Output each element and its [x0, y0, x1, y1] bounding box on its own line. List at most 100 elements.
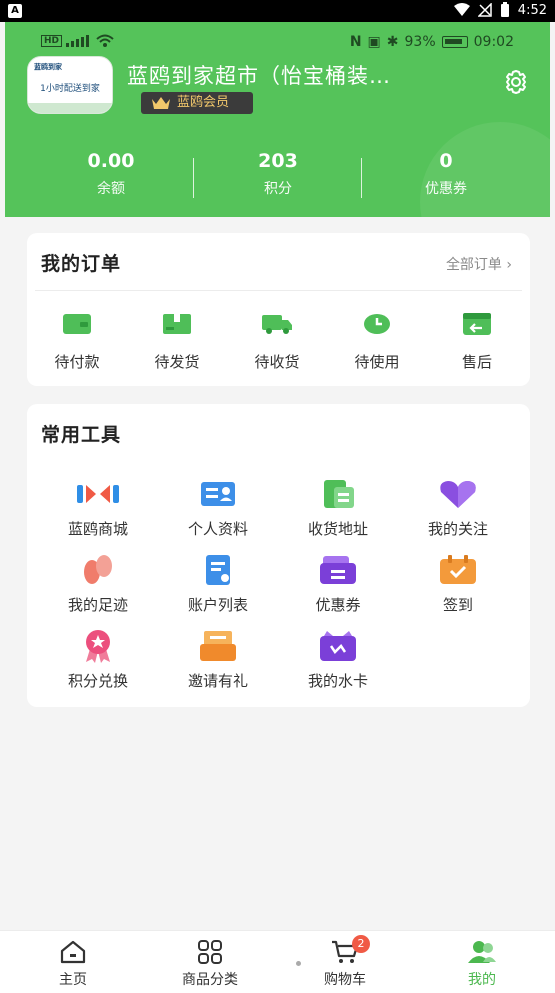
nfc-icon: N — [349, 34, 362, 50]
nav-me[interactable]: 我的 — [427, 939, 537, 989]
coupon-icon — [320, 556, 356, 584]
document-icon — [206, 555, 230, 585]
nav-categories[interactable]: 商品分类 — [155, 939, 265, 989]
home-icon — [60, 940, 86, 964]
order-pending-use[interactable]: 待使用 — [327, 311, 427, 372]
nav-home[interactable]: 主页 — [18, 939, 128, 989]
tool-label: 收货地址 — [307, 520, 368, 538]
phone-status-bar: HD N ▣ ✱ 93% 09:02 — [5, 34, 550, 54]
balance-value: 0.00 — [87, 150, 135, 172]
points-label: 积分 — [264, 181, 292, 197]
stat-balance[interactable]: 0.00 余额 — [21, 150, 201, 198]
grid-icon — [198, 940, 222, 964]
vip-label: 蓝鸥会员 — [177, 95, 230, 110]
nav-label: 商品分类 — [182, 972, 238, 988]
checkin-icon — [440, 555, 476, 584]
app-notification-icon: A — [8, 4, 22, 18]
balance-label: 余额 — [97, 181, 125, 197]
order-after-sales[interactable]: 售后 — [427, 311, 527, 372]
order-item-label: 待发货 — [154, 353, 200, 371]
divider — [35, 290, 522, 291]
wallet-icon — [63, 314, 91, 334]
tool-follows[interactable]: 我的关注 — [398, 478, 518, 539]
stat-points[interactable]: 203 积分 — [188, 150, 368, 198]
vip-badge[interactable]: 蓝鸥会员 — [141, 92, 253, 114]
order-pending-payment[interactable]: 待付款 — [27, 311, 127, 372]
battery-percent: 93% — [404, 34, 436, 50]
orders-title: 我的订单 — [41, 253, 122, 275]
points-value: 203 — [258, 150, 298, 172]
bottom-navigation: 主页 商品分类 2 购物车 我的 — [0, 930, 555, 993]
tool-profile[interactable]: 个人资料 — [158, 478, 278, 539]
clock-icon — [364, 314, 390, 334]
user-icon — [468, 941, 496, 963]
bluetooth-icon: ✱ — [386, 34, 399, 50]
truck-icon — [262, 315, 292, 334]
shop-name[interactable]: 蓝鸥到家超市（怡宝桶装… — [127, 60, 457, 90]
nav-label: 我的 — [468, 972, 496, 988]
heart-icon — [440, 481, 476, 508]
footprint-icon — [84, 555, 112, 584]
nav-label: 主页 — [59, 972, 87, 988]
tool-label: 蓝鸥商城 — [67, 520, 128, 538]
tool-water-card[interactable]: 我的水卡 — [278, 630, 398, 691]
invite-icon — [200, 631, 236, 661]
account-stats: 0.00 余额 203 积分 0 优惠券 — [5, 150, 550, 210]
tool-label: 邀请有礼 — [187, 672, 248, 690]
profile-header: HD N ▣ ✱ 93% 09:02 蓝鸥到家 1小时配送到家 蓝鸥到家超市（怡… — [5, 22, 550, 217]
address-icon — [324, 480, 354, 508]
cart-count-badge: 2 — [352, 935, 370, 953]
nav-label: 购物车 — [324, 972, 366, 988]
mall-icon — [77, 485, 119, 503]
tool-label: 我的水卡 — [307, 672, 368, 690]
tool-label: 账户列表 — [187, 596, 248, 614]
signal-icon — [66, 35, 90, 47]
all-orders-link[interactable]: 全部订单 › — [446, 254, 512, 274]
tool-invite[interactable]: 邀请有礼 — [158, 630, 278, 691]
order-item-label: 待使用 — [354, 353, 400, 371]
tool-label: 签到 — [442, 596, 473, 614]
tool-address[interactable]: 收货地址 — [278, 478, 398, 539]
tool-accounts[interactable]: 账户列表 — [158, 554, 278, 615]
wifi-icon — [96, 34, 114, 47]
order-item-label: 售后 — [461, 353, 492, 371]
stat-coupons[interactable]: 0 优惠券 — [356, 150, 536, 198]
order-pending-shipment[interactable]: 待发货 — [127, 311, 227, 372]
avatar-brand: 蓝鸥到家 — [34, 63, 62, 71]
nav-cart[interactable]: 2 购物车 — [290, 935, 400, 989]
coupons-label: 优惠券 — [425, 181, 467, 197]
avatar[interactable]: 蓝鸥到家 1小时配送到家 — [27, 56, 113, 114]
avatar-slogan: 1小时配送到家 — [40, 84, 100, 94]
tool-footprints[interactable]: 我的足迹 — [38, 554, 158, 615]
tool-label: 积分兑换 — [67, 672, 128, 690]
no-signal-icon — [477, 3, 492, 17]
package-icon — [163, 314, 191, 334]
tool-checkin[interactable]: 签到 — [398, 554, 518, 615]
tool-label: 优惠券 — [315, 596, 361, 614]
gear-icon[interactable] — [502, 68, 530, 96]
id-card-icon — [201, 482, 235, 506]
tool-coupons[interactable]: 优惠券 — [278, 554, 398, 615]
system-status-bar: A 4:52 — [0, 0, 555, 22]
tool-label: 我的足迹 — [67, 596, 128, 614]
hd-icon: HD — [41, 35, 63, 47]
tools-card: 常用工具 蓝鸥商城 个人资料 收货地址 我的关注 我的足迹 账户列表 优惠券 签… — [27, 404, 530, 707]
water-card-icon — [320, 631, 356, 661]
system-time: 4:52 — [517, 2, 547, 18]
tools-title: 常用工具 — [41, 424, 122, 446]
badge-icon — [86, 630, 110, 663]
tool-label: 个人资料 — [187, 520, 248, 538]
tool-mall[interactable]: 蓝鸥商城 — [38, 478, 158, 539]
tool-points-exchange[interactable]: 积分兑换 — [38, 630, 158, 691]
battery-icon — [500, 2, 509, 17]
tool-label: 我的关注 — [427, 520, 488, 538]
battery-icon — [441, 36, 468, 48]
orders-card: 我的订单 全部订单 › 待付款 待发货 待收货 待使用 售后 — [27, 233, 530, 386]
order-pending-receipt[interactable]: 待收货 — [227, 311, 327, 372]
vibrate-icon: ▣ — [367, 34, 381, 50]
order-item-label: 待付款 — [54, 353, 100, 371]
phone-time: 09:02 — [473, 34, 514, 50]
coupons-value: 0 — [439, 150, 453, 172]
return-icon — [463, 313, 491, 335]
wifi-icon — [453, 3, 470, 16]
